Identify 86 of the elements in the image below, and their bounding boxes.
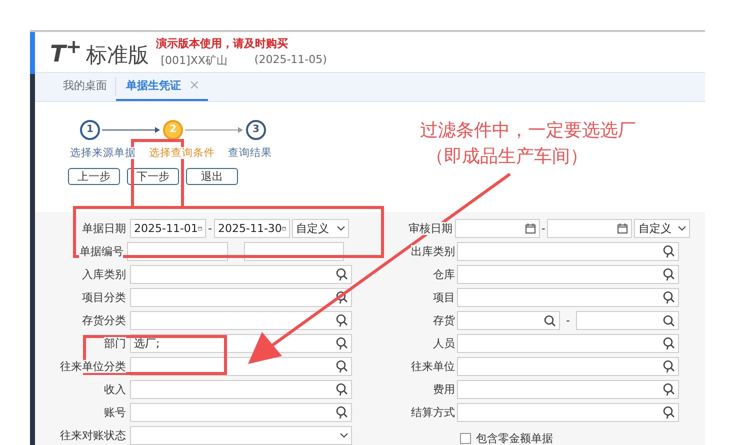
search-icon[interactable]	[663, 383, 675, 396]
field-label: 审核日期	[408, 222, 453, 235]
search-icon[interactable]	[336, 360, 348, 373]
checkbox-label: 包含零金额单据	[476, 431, 553, 445]
field-label: 存货	[433, 314, 455, 327]
search-icon[interactable]	[663, 337, 675, 350]
lookup-field[interactable]	[457, 334, 679, 353]
lookup-field[interactable]	[130, 403, 352, 422]
caret-icon	[337, 226, 345, 231]
search-field[interactable]	[457, 311, 560, 330]
search-icon[interactable]	[336, 291, 348, 304]
field-label: 往来单位分类	[60, 360, 126, 373]
search-icon[interactable]	[336, 337, 348, 350]
step-button[interactable]: 退出	[186, 168, 238, 185]
search-icon[interactable]	[663, 314, 675, 326]
step-button[interactable]: 下一步	[127, 168, 179, 185]
search-icon[interactable]	[663, 291, 675, 304]
date-field[interactable]	[547, 219, 632, 238]
range-select[interactable]: 自定义	[292, 219, 349, 238]
checkbox[interactable]	[460, 433, 471, 444]
field-label: 项目分类	[82, 291, 126, 304]
calendar-icon[interactable]	[617, 223, 628, 234]
logo-mark: T$^{+}$	[50, 35, 82, 68]
range-dash: -	[565, 314, 571, 327]
step-button[interactable]: 上一步	[68, 168, 120, 185]
field-label: 项目	[433, 291, 455, 304]
date-field[interactable]: 2025-11-01	[130, 219, 206, 238]
lookup-field[interactable]	[457, 288, 679, 307]
tab[interactable]: 单据生凭证 ×	[116, 73, 208, 101]
demo-notice: 演示版本使用，请及时购买	[156, 36, 289, 52]
lookup-field[interactable]	[130, 380, 352, 399]
account-name: [001]XX矿山	[160, 53, 228, 68]
lookup-field[interactable]	[457, 265, 679, 284]
field-label: 单据日期	[82, 222, 126, 235]
search-icon[interactable]	[663, 268, 675, 281]
search-icon[interactable]	[336, 383, 348, 396]
lookup-field[interactable]	[457, 380, 679, 399]
date-field[interactable]	[454, 219, 540, 238]
step-label: 选择来源单据	[70, 146, 136, 159]
login-date: (2025-11-05)	[254, 53, 327, 68]
lookup-field[interactable]	[130, 357, 352, 376]
calendar-icon[interactable]	[524, 223, 536, 234]
field-label: 往来单位	[411, 360, 455, 373]
lookup-field[interactable]	[457, 403, 679, 422]
lookup-field[interactable]	[130, 265, 352, 284]
field-label: 单据编号	[79, 245, 124, 258]
annotation-text: 过滤条件中，一定要选选厂 （即成品生产车间）	[420, 119, 636, 169]
search-icon[interactable]	[663, 360, 675, 373]
date-field[interactable]: 2025-11-30	[214, 219, 290, 238]
select-field[interactable]	[130, 426, 352, 445]
step-number: 1	[80, 120, 100, 140]
range-dash: -	[540, 222, 546, 235]
field-label: 人员	[433, 337, 455, 350]
step-arrow-icon	[185, 126, 244, 134]
field-label: 结算方式	[411, 406, 455, 419]
step-number: 2	[163, 120, 183, 140]
step-label: 查询结果	[228, 146, 272, 159]
field-label: 部门	[104, 337, 126, 350]
lookup-field[interactable]	[457, 242, 679, 261]
field-label: 费用	[433, 383, 455, 396]
edition-title: 标准版	[86, 42, 149, 69]
field-label: 仓库	[433, 268, 455, 281]
search-icon[interactable]	[336, 314, 348, 327]
caret-icon	[678, 226, 686, 231]
tab[interactable]: 我的桌面	[63, 76, 116, 97]
lookup-field[interactable]	[457, 357, 679, 376]
lookup-field[interactable]	[130, 311, 352, 330]
lookup-field[interactable]	[130, 288, 352, 307]
step-arrow-icon	[102, 126, 161, 134]
field-label: 收入	[104, 383, 126, 396]
search-icon[interactable]	[336, 406, 348, 419]
search-icon[interactable]	[544, 314, 556, 326]
caret-icon	[340, 433, 348, 438]
field-label: 存货分类	[82, 314, 126, 327]
search-icon[interactable]	[663, 406, 675, 419]
range-dash: -	[207, 222, 213, 235]
field-label: 往来对账状态	[60, 429, 126, 442]
field-label: 入库类别	[82, 268, 126, 281]
search-icon[interactable]	[663, 245, 675, 258]
field-label: 账号	[104, 406, 126, 419]
search-field[interactable]	[576, 311, 679, 330]
step-number: 3	[246, 120, 266, 140]
step-label: 选择查询条件	[149, 146, 215, 159]
field-label: 出库类别	[411, 245, 455, 258]
search-icon[interactable]	[336, 268, 348, 281]
range-select[interactable]: 自定义	[634, 219, 690, 238]
